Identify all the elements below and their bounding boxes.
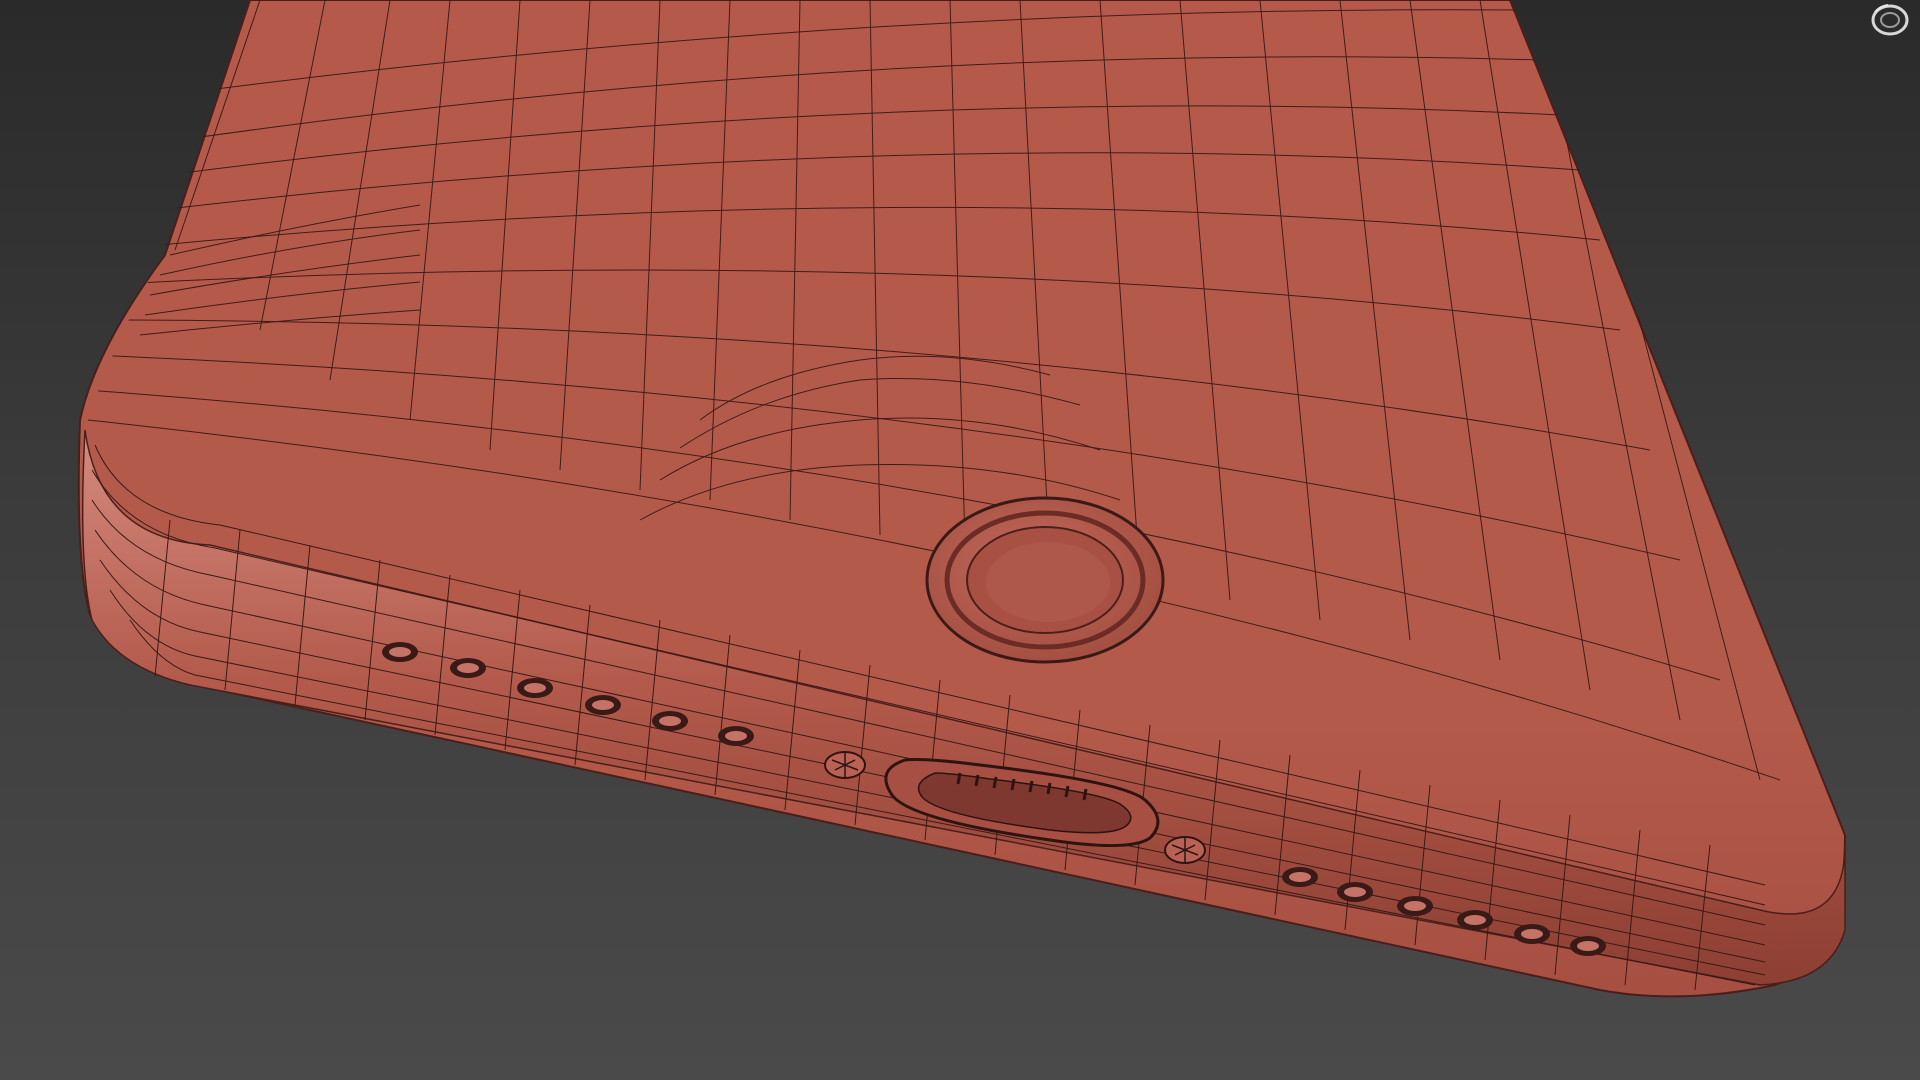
home-button[interactable] [925,496,1165,664]
viewcube-ring-icon[interactable] [1866,2,1910,46]
phone-mesh-scene[interactable] [0,0,1920,1080]
viewport-3d[interactable] [0,0,1920,1080]
